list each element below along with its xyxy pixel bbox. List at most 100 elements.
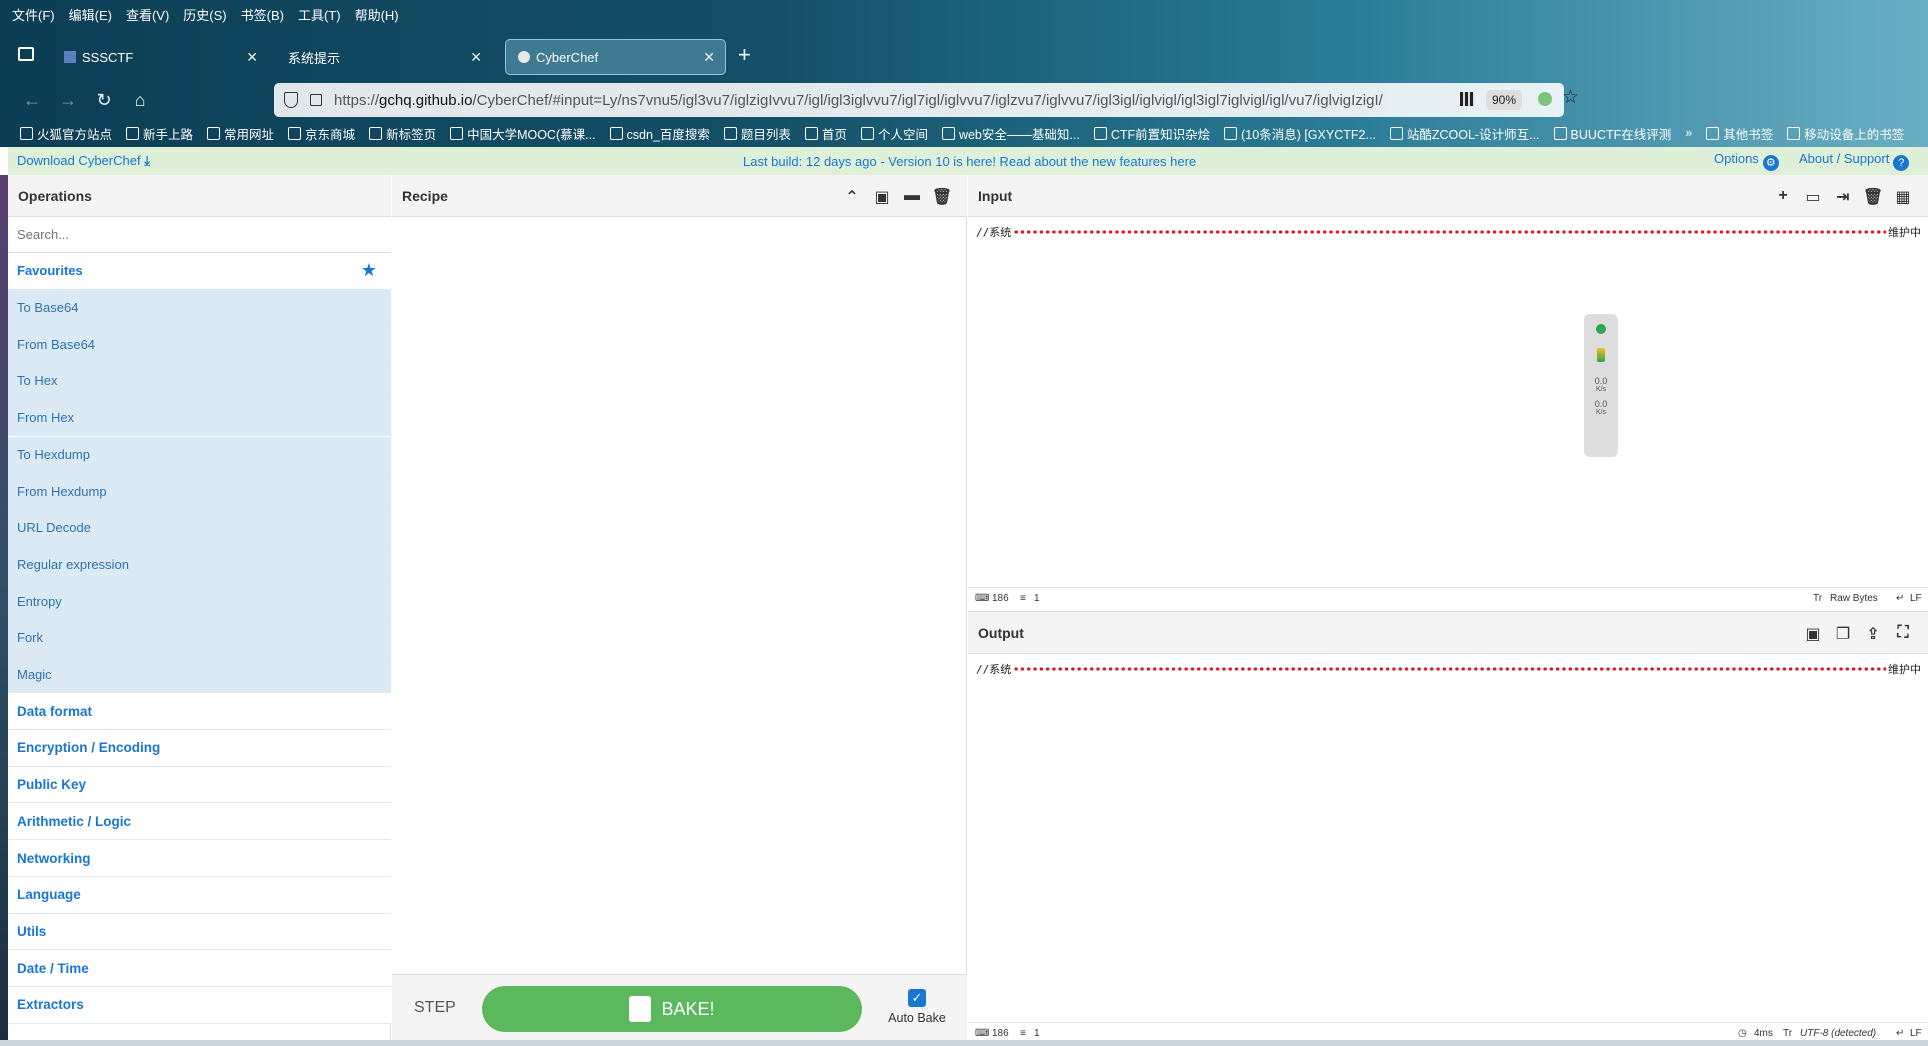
tab-list-icon[interactable] <box>18 47 34 61</box>
options-button[interactable]: Options ⚙ <box>1714 151 1779 171</box>
input-text-area[interactable]: //系统 维护中 <box>976 223 1921 241</box>
copy-icon[interactable]: ❐ <box>1832 624 1854 644</box>
operation-category[interactable]: Date / Time <box>8 950 391 987</box>
open-folder-icon[interactable]: ▭ <box>1802 187 1824 207</box>
trash-icon[interactable]: 🗑 <box>1862 187 1884 207</box>
recipe-drop-area[interactable] <box>392 217 967 974</box>
eol-icon: ↵ <box>1896 1028 1905 1039</box>
favourite-operation-item[interactable]: Magic <box>8 656 391 694</box>
qr-code-icon[interactable] <box>1460 92 1474 106</box>
reload-icon[interactable]: ↻ <box>90 86 118 114</box>
desktop-edge <box>0 175 8 1046</box>
close-tab-icon[interactable]: ✕ <box>246 49 258 66</box>
zoom-level[interactable]: 90% <box>1486 90 1523 110</box>
tab-cyberchef[interactable]: CyberChef ✕ <box>505 39 726 75</box>
favourite-operation-item[interactable]: From Hexdump <box>8 473 391 510</box>
url-bar[interactable]: https://gchq.github.io/CyberChef/#input=… <box>274 83 1564 117</box>
operation-category[interactable]: Extractors <box>8 987 391 1024</box>
output-encoding[interactable]: UTF-8 (detected) <box>1800 1028 1876 1039</box>
bookmark-item[interactable]: 中国大学MOOC(慕课... <box>450 124 595 143</box>
bookmark-item[interactable]: CTF前置知识杂烩 <box>1094 124 1210 143</box>
tab-system-notice[interactable]: 系统提示 ✕ <box>274 39 492 75</box>
shield-icon[interactable] <box>284 92 298 108</box>
favourite-operation-item[interactable]: Regular expression <box>8 546 391 584</box>
bookmark-item[interactable]: BUUCTF在线评测 <box>1554 124 1672 143</box>
close-tab-icon[interactable]: ✕ <box>703 49 715 66</box>
favourite-operation-item[interactable]: From Base64 <box>8 326 391 364</box>
bookmark-item[interactable]: 题目列表 <box>724 124 791 143</box>
favourite-operation-item[interactable]: Entropy <box>8 583 391 620</box>
favourite-operation-item[interactable]: From Hex <box>8 399 391 437</box>
home-icon[interactable]: ⌂ <box>126 86 154 114</box>
operation-category[interactable]: Data format <box>8 693 391 731</box>
download-speed: 0.0 <box>1594 399 1608 409</box>
bookmark-item[interactable]: 火狐官方站点 <box>20 124 112 143</box>
menu-tools[interactable]: 工具(T) <box>298 5 341 24</box>
menu-edit[interactable]: 编辑(E) <box>69 5 112 24</box>
about-support-button[interactable]: About / Support? <box>1799 151 1910 171</box>
operation-category[interactable]: Public Key <box>8 766 391 804</box>
bookmark-item[interactable]: 新标签页 <box>369 124 436 143</box>
extension-icon[interactable] <box>1538 92 1552 106</box>
close-tab-icon[interactable]: ✕ <box>470 49 482 66</box>
add-tab-icon[interactable]: + <box>1772 187 1794 207</box>
menu-help[interactable]: 帮助(H) <box>355 5 399 24</box>
network-speed-widget[interactable]: 0.0 K/s 0.0 K/s <box>1584 314 1618 457</box>
operation-category[interactable]: Arithmetic / Logic <box>8 803 391 841</box>
forward-icon[interactable]: → <box>54 86 82 114</box>
operations-search-input[interactable] <box>8 217 391 253</box>
favourite-operation-item[interactable]: To Base64 <box>8 289 391 327</box>
download-cyberchef-link[interactable]: Download CyberChef ⤓ <box>17 153 150 169</box>
chevron-up-icon[interactable]: ⌃ <box>841 187 863 207</box>
bookmark-item[interactable]: 常用网址 <box>207 124 274 143</box>
favourites-category[interactable]: Favourites ★ <box>8 253 391 290</box>
open-file-icon[interactable]: ⇥ <box>1832 187 1854 207</box>
bookmark-item[interactable]: csdn_百度搜索 <box>610 124 710 143</box>
layout-icon[interactable]: ▦ <box>1892 187 1914 207</box>
output-eol[interactable]: LF <box>1910 1028 1922 1039</box>
menu-history[interactable]: 历史(S) <box>183 5 226 24</box>
bookmark-item[interactable]: (10条消息) [GXYCTF2... <box>1224 124 1376 143</box>
save-icon[interactable]: ▣ <box>871 187 893 207</box>
menu-file[interactable]: 文件(F) <box>12 5 55 24</box>
bookmark-item[interactable]: 首页 <box>805 124 847 143</box>
bake-button[interactable]: BAKE! <box>482 986 862 1032</box>
maximize-icon[interactable]: ⛶ <box>1892 624 1914 644</box>
bookmark-item[interactable]: 个人空间 <box>861 124 928 143</box>
favourite-operation-item[interactable]: To Hex <box>8 363 391 400</box>
replace-input-icon[interactable]: ⇪ <box>1862 624 1884 644</box>
output-text-area[interactable]: //系统 维护中 <box>976 660 1921 678</box>
back-icon[interactable]: ← <box>18 86 46 114</box>
operation-category[interactable]: Utils <box>8 913 391 951</box>
bookmark-item[interactable]: 站酷ZCOOL-设计师互... <box>1390 124 1540 143</box>
favourite-operation-item[interactable]: To Hexdump <box>8 436 391 474</box>
tab-ssctf[interactable]: SSSCTF ✕ <box>52 39 268 75</box>
input-eol[interactable]: LF <box>1910 593 1922 604</box>
operation-category[interactable]: Networking <box>8 840 391 877</box>
bookmark-item[interactable]: 新手上路 <box>126 124 193 143</box>
operation-category[interactable]: Encryption / Encoding <box>8 730 391 767</box>
chevron-right-icon[interactable]: » <box>1685 126 1692 140</box>
bookmark-item[interactable]: 京东商城 <box>288 124 355 143</box>
bookmark-item[interactable]: web安全——基础知... <box>942 124 1080 143</box>
step-button[interactable]: STEP <box>414 999 456 1017</box>
auto-bake-checkbox[interactable]: ✓ Auto Bake <box>882 989 952 1025</box>
new-tab-icon[interactable]: + <box>738 42 751 68</box>
bookmark-other[interactable]: 其他书签 <box>1706 124 1773 143</box>
favourite-operation-item[interactable]: URL Decode <box>8 509 391 547</box>
lock-icon[interactable] <box>310 94 322 106</box>
save-icon[interactable]: ▣ <box>1802 624 1824 644</box>
input-encoding[interactable]: Raw Bytes <box>1830 593 1878 604</box>
folder-icon[interactable]: ▬ <box>901 187 923 207</box>
bookmark-mobile[interactable]: 移动设备上的书签 <box>1787 124 1904 143</box>
output-length: 186 <box>992 1028 1009 1039</box>
last-build-notice[interactable]: Last build: 12 days ago - Version 10 is … <box>743 154 1196 169</box>
star-icon[interactable]: ★ <box>361 260 377 281</box>
menu-view[interactable]: 查看(V) <box>126 5 169 24</box>
favourite-operation-item[interactable]: Fork <box>8 620 391 657</box>
operation-category[interactable]: Language <box>8 876 391 914</box>
menu-bookmarks[interactable]: 书签(B) <box>241 5 284 24</box>
trash-icon[interactable]: 🗑 <box>931 187 953 207</box>
operations-panel: Operations Favourites ★ To Base64From Ba… <box>8 175 391 1046</box>
star-bookmark-icon[interactable]: ☆ <box>1562 86 1579 109</box>
